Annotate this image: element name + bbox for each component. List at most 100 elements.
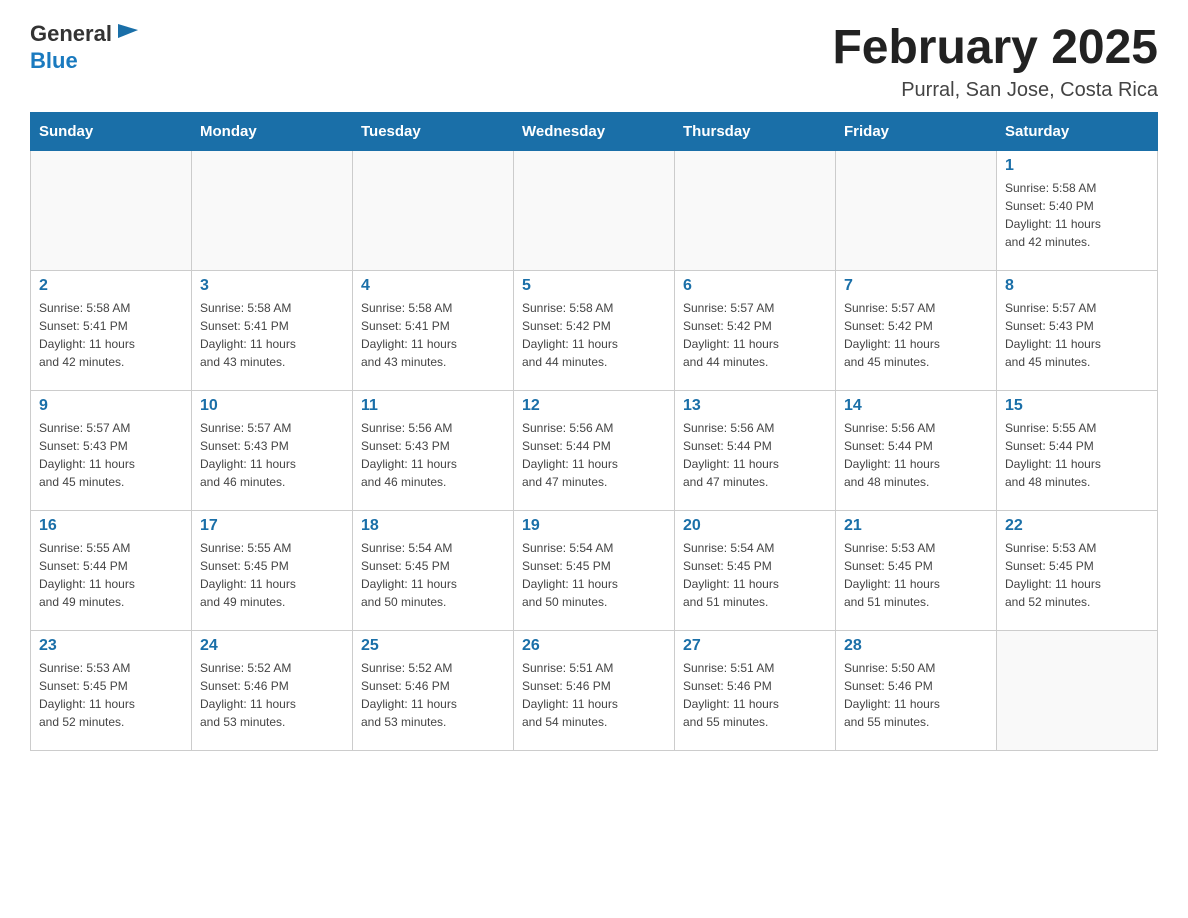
calendar-cell: 22Sunrise: 5:53 AM Sunset: 5:45 PM Dayli… xyxy=(997,511,1158,631)
weekday-header-thursday: Thursday xyxy=(675,113,836,151)
day-number: 23 xyxy=(39,637,183,655)
calendar-cell: 9Sunrise: 5:57 AM Sunset: 5:43 PM Daylig… xyxy=(31,391,192,511)
day-info: Sunrise: 5:53 AM Sunset: 5:45 PM Dayligh… xyxy=(39,659,183,731)
day-number: 11 xyxy=(361,397,505,415)
calendar-cell: 5 Sunrise: 5:58 AM Sunset: 5:42 PM Daylig… xyxy=(514,271,675,391)
calendar-cell: 12 Sunrise: 5:56 AM Sunset: 5:44 PM Dayli… xyxy=(514,391,675,511)
day-info: Sunrise: 5:58 AM Sunset: 5:41 PM Dayligh… xyxy=(39,299,183,371)
location-title: Purral, San Jose, Costa Rica xyxy=(832,79,1158,102)
day-number: 26 xyxy=(522,637,666,655)
calendar-cell: 6 Sunrise: 5:57 AM Sunset: 5:42 PM Daylig… xyxy=(675,271,836,391)
day-info: Sunrise: 5:57 AM Sunset: 5:42 PM Dayligh… xyxy=(844,299,988,371)
calendar-table: SundayMondayTuesdayWednesdayThursdayFrid… xyxy=(30,112,1158,751)
day-info: Sunrise: 5:56 AM Sunset: 5:44 PM Dayligh… xyxy=(683,419,827,491)
logo: General Blue xyxy=(30,20,142,74)
calendar-week-row: 9 Sunrise: 5:57 AM Sunset: 5:43 PM Daylig… xyxy=(31,391,1158,511)
day-number: 15 xyxy=(1005,397,1149,415)
day-number: 6 xyxy=(683,277,827,295)
day-info: Sunrise: 5:51 AM Sunset: 5:46 PM Dayligh… xyxy=(522,659,666,731)
calendar-cell: 8 Sunrise: 5:57 AM Sunset: 5:43 PM Daylig… xyxy=(997,271,1158,391)
day-info: Sunrise: 5:50 AM Sunset: 5:46 PM Dayligh… xyxy=(844,659,988,731)
day-number: 9 xyxy=(39,397,183,415)
day-number: 12 xyxy=(522,397,666,415)
calendar-cell: 15 Sunrise: 5:55 AM Sunset: 5:44 PM Dayli… xyxy=(997,391,1158,511)
calendar-header-row: SundayMondayTuesdayWednesdayThursdayFrid… xyxy=(31,113,1158,151)
day-info: Sunrise: 5:52 AM Sunset: 5:46 PM Dayligh… xyxy=(361,659,505,731)
day-info: Sunrise: 5:52 AM Sunset: 5:46 PM Dayligh… xyxy=(200,659,344,731)
logo-row1: General xyxy=(30,20,142,48)
calendar-week-row: 16 Sunrise: 5:55 AM Sunset: 5:44 PM Dayli… xyxy=(31,511,1158,631)
calendar-cell xyxy=(192,151,353,271)
calendar-cell: 19Sunrise: 5:54 AM Sunset: 5:45 PM Dayli… xyxy=(514,511,675,631)
calendar-cell: 20Sunrise: 5:54 AM Sunset: 5:45 PM Dayli… xyxy=(675,511,836,631)
day-info: Sunrise: 5:58 AM Sunset: 5:40 PM Dayligh… xyxy=(1005,179,1149,251)
calendar-cell xyxy=(675,151,836,271)
day-number: 14 xyxy=(844,397,988,415)
day-info: Sunrise: 5:56 AM Sunset: 5:43 PM Dayligh… xyxy=(361,419,505,491)
logo-blue-text: Blue xyxy=(30,48,78,73)
day-info: Sunrise: 5:57 AM Sunset: 5:43 PM Dayligh… xyxy=(1005,299,1149,371)
calendar-cell: 17 Sunrise: 5:55 AM Sunset: 5:45 PM Dayli… xyxy=(192,511,353,631)
day-info: Sunrise: 5:53 AM Sunset: 5:45 PM Dayligh… xyxy=(1005,539,1149,611)
day-number: 7 xyxy=(844,277,988,295)
calendar-cell xyxy=(997,631,1158,751)
weekday-header-sunday: Sunday xyxy=(31,113,192,151)
calendar-cell xyxy=(353,151,514,271)
calendar-week-row: 2 Sunrise: 5:58 AM Sunset: 5:41 PM Daylig… xyxy=(31,271,1158,391)
calendar-cell: 3 Sunrise: 5:58 AM Sunset: 5:41 PM Daylig… xyxy=(192,271,353,391)
day-info: Sunrise: 5:53 AM Sunset: 5:45 PM Dayligh… xyxy=(844,539,988,611)
logo-general-text: General xyxy=(30,21,112,47)
day-number: 10 xyxy=(200,397,344,415)
calendar-cell xyxy=(836,151,997,271)
logo-row2: Blue xyxy=(30,48,78,74)
day-number: 1 xyxy=(1005,157,1149,175)
logo-flag-icon xyxy=(114,20,142,48)
weekday-header-tuesday: Tuesday xyxy=(353,113,514,151)
day-number: 5 xyxy=(522,277,666,295)
day-number: 25 xyxy=(361,637,505,655)
day-info: Sunrise: 5:56 AM Sunset: 5:44 PM Dayligh… xyxy=(844,419,988,491)
day-info: Sunrise: 5:51 AM Sunset: 5:46 PM Dayligh… xyxy=(683,659,827,731)
month-title: February 2025 xyxy=(832,20,1158,75)
calendar-week-row: 1 Sunrise: 5:58 AM Sunset: 5:40 PM Daylig… xyxy=(31,151,1158,271)
day-number: 3 xyxy=(200,277,344,295)
day-number: 16 xyxy=(39,517,183,535)
weekday-header-friday: Friday xyxy=(836,113,997,151)
calendar-cell: 1 Sunrise: 5:58 AM Sunset: 5:40 PM Daylig… xyxy=(997,151,1158,271)
day-number: 27 xyxy=(683,637,827,655)
day-info: Sunrise: 5:55 AM Sunset: 5:44 PM Dayligh… xyxy=(39,539,183,611)
calendar-week-row: 23 Sunrise: 5:53 AM Sunset: 5:45 PM Dayli… xyxy=(31,631,1158,751)
calendar-cell: 4Sunrise: 5:58 AM Sunset: 5:41 PM Daylig… xyxy=(353,271,514,391)
day-number: 21 xyxy=(844,517,988,535)
calendar-cell: 18Sunrise: 5:54 AM Sunset: 5:45 PM Dayli… xyxy=(353,511,514,631)
day-number: 18 xyxy=(361,517,505,535)
calendar-cell xyxy=(514,151,675,271)
calendar-cell: 21 Sunrise: 5:53 AM Sunset: 5:45 PM Dayli… xyxy=(836,511,997,631)
day-number: 24 xyxy=(200,637,344,655)
day-info: Sunrise: 5:57 AM Sunset: 5:42 PM Dayligh… xyxy=(683,299,827,371)
day-info: Sunrise: 5:57 AM Sunset: 5:43 PM Dayligh… xyxy=(200,419,344,491)
calendar-cell: 16 Sunrise: 5:55 AM Sunset: 5:44 PM Dayli… xyxy=(31,511,192,631)
calendar-cell: 25 Sunrise: 5:52 AM Sunset: 5:46 PM Dayli… xyxy=(353,631,514,751)
calendar-cell: 23 Sunrise: 5:53 AM Sunset: 5:45 PM Dayli… xyxy=(31,631,192,751)
calendar-cell xyxy=(31,151,192,271)
day-number: 2 xyxy=(39,277,183,295)
day-number: 17 xyxy=(200,517,344,535)
calendar-cell: 2 Sunrise: 5:58 AM Sunset: 5:41 PM Daylig… xyxy=(31,271,192,391)
calendar-cell: 28 Sunrise: 5:50 AM Sunset: 5:46 PM Dayli… xyxy=(836,631,997,751)
day-number: 4 xyxy=(361,277,505,295)
day-info: Sunrise: 5:55 AM Sunset: 5:44 PM Dayligh… xyxy=(1005,419,1149,491)
day-number: 19 xyxy=(522,517,666,535)
day-info: Sunrise: 5:56 AM Sunset: 5:44 PM Dayligh… xyxy=(522,419,666,491)
calendar-cell: 24 Sunrise: 5:52 AM Sunset: 5:46 PM Dayli… xyxy=(192,631,353,751)
day-number: 20 xyxy=(683,517,827,535)
day-info: Sunrise: 5:58 AM Sunset: 5:41 PM Dayligh… xyxy=(200,299,344,371)
weekday-header-monday: Monday xyxy=(192,113,353,151)
day-info: Sunrise: 5:55 AM Sunset: 5:45 PM Dayligh… xyxy=(200,539,344,611)
calendar-cell: 7 Sunrise: 5:57 AM Sunset: 5:42 PM Daylig… xyxy=(836,271,997,391)
calendar-cell: 26 Sunrise: 5:51 AM Sunset: 5:46 PM Dayli… xyxy=(514,631,675,751)
day-info: Sunrise: 5:58 AM Sunset: 5:42 PM Dayligh… xyxy=(522,299,666,371)
day-number: 8 xyxy=(1005,277,1149,295)
day-number: 28 xyxy=(844,637,988,655)
calendar-cell: 10 Sunrise: 5:57 AM Sunset: 5:43 PM Dayli… xyxy=(192,391,353,511)
